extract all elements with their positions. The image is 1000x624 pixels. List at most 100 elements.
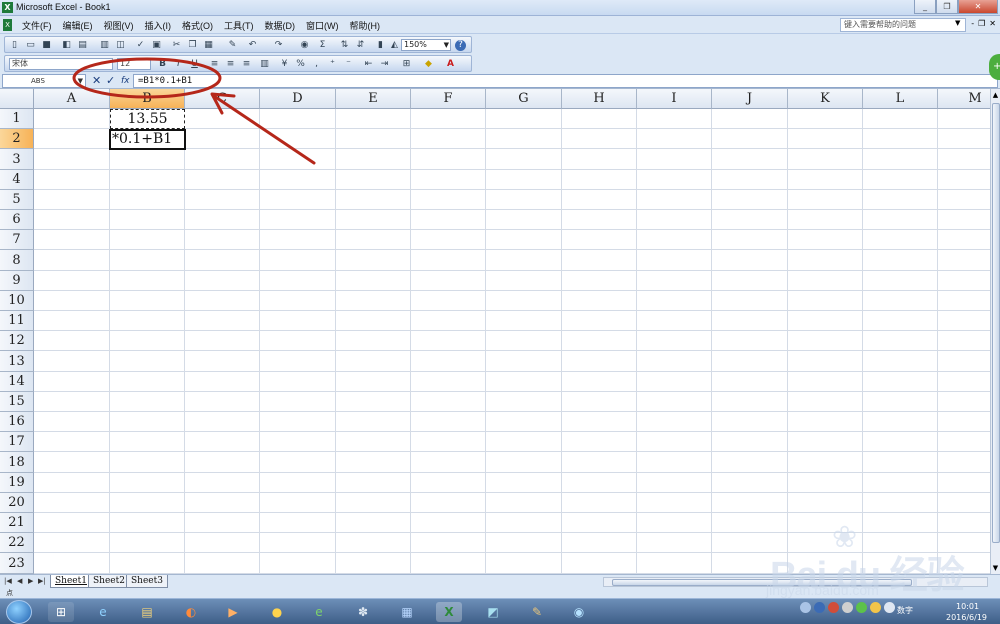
- row-header-14[interactable]: 14: [0, 372, 34, 392]
- restore-button[interactable]: ❐: [936, 0, 958, 14]
- menu-window[interactable]: 窗口(W): [306, 19, 339, 32]
- row-header-8[interactable]: 8: [0, 250, 34, 271]
- cell-b1[interactable]: 13.55: [110, 109, 185, 129]
- row-header-20[interactable]: 20: [0, 493, 34, 513]
- worksheet-grid[interactable]: ABCDEFGHIJKLM 1 2 3 4 5 6 7 8 9 10 11 12 13 14 15 16 17 1…: [0, 89, 990, 574]
- column-header-m[interactable]: M: [938, 89, 990, 109]
- menu-edit[interactable]: 编辑(E): [63, 19, 93, 32]
- qq-icon[interactable]: ●: [264, 602, 290, 622]
- format-painter-icon[interactable]: ✎: [227, 40, 238, 51]
- decrease-decimal-icon[interactable]: ⁻: [343, 59, 354, 70]
- ie-icon[interactable]: e: [90, 602, 116, 622]
- row-header-2[interactable]: 2: [0, 129, 34, 149]
- formula-input[interactable]: =B1*0.1+B1: [133, 74, 998, 88]
- open-folder-icon[interactable]: ▭: [25, 40, 36, 51]
- fill-color-icon[interactable]: ◆: [423, 59, 434, 70]
- column-header-e[interactable]: E: [336, 89, 411, 109]
- increase-decimal-icon[interactable]: ⁺: [327, 59, 338, 70]
- excel-doc-icon[interactable]: X: [3, 19, 12, 31]
- spelling-icon[interactable]: ✓: [135, 40, 146, 51]
- row-header-13[interactable]: 13: [0, 351, 34, 372]
- tray-security-icon[interactable]: [856, 602, 867, 613]
- borders-icon[interactable]: ⊞: [401, 59, 412, 70]
- sort-ascending-icon[interactable]: ⇅: [339, 40, 350, 51]
- redo-icon[interactable]: ↷: [273, 40, 284, 51]
- excel-task-icon[interactable]: X: [436, 602, 462, 622]
- column-header-k[interactable]: K: [788, 89, 863, 109]
- new-document-icon[interactable]: ▯: [9, 40, 20, 51]
- zoom-select[interactable]: 150% ▼: [401, 39, 451, 51]
- enter-icon[interactable]: ✓: [106, 74, 115, 88]
- film-icon[interactable]: ✽: [350, 602, 376, 622]
- sheet-tab-2[interactable]: Sheet2: [88, 575, 130, 588]
- font-color-icon[interactable]: A: [445, 59, 456, 70]
- sheet-tab-1[interactable]: Sheet1: [50, 575, 92, 588]
- column-header-c[interactable]: C: [185, 89, 260, 109]
- print-preview-icon[interactable]: ▥: [99, 40, 110, 51]
- row-header-4[interactable]: 4: [0, 170, 34, 190]
- side-floating-icon[interactable]: +: [989, 54, 1000, 80]
- row-header-23[interactable]: 23: [0, 553, 34, 574]
- drawing-icon[interactable]: ◭: [389, 40, 400, 51]
- vertical-scroll-thumb[interactable]: [992, 103, 1000, 543]
- column-header-l[interactable]: L: [863, 89, 938, 109]
- bold-button[interactable]: B: [157, 59, 168, 70]
- undo-icon[interactable]: ↶: [247, 40, 258, 51]
- row-header-9[interactable]: 9: [0, 271, 34, 291]
- video-icon[interactable]: ▦: [394, 602, 420, 622]
- tray-update-icon[interactable]: [870, 602, 881, 613]
- browser-icon[interactable]: e: [306, 602, 332, 622]
- research-book-icon[interactable]: ▣: [151, 40, 162, 51]
- research-icon[interactable]: ◫: [115, 40, 126, 51]
- menu-tools[interactable]: 工具(T): [224, 19, 254, 32]
- minimize-button[interactable]: _: [914, 0, 936, 14]
- notes-icon[interactable]: ◩: [480, 602, 506, 622]
- print-icon[interactable]: ▤: [77, 40, 88, 51]
- menu-file[interactable]: 文件(F): [22, 19, 52, 32]
- row-header-11[interactable]: 11: [0, 311, 34, 331]
- app-icon[interactable]: ◉: [566, 602, 592, 622]
- row-header-7[interactable]: 7: [0, 230, 34, 250]
- column-header-h[interactable]: H: [562, 89, 637, 109]
- last-sheet-icon[interactable]: ▶|: [38, 577, 46, 585]
- paint-icon[interactable]: ✎: [524, 602, 550, 622]
- start-button[interactable]: [6, 600, 32, 624]
- decrease-indent-icon[interactable]: ⇤: [363, 59, 374, 70]
- copy-icon[interactable]: ❐: [187, 40, 198, 51]
- align-right-icon[interactable]: ≡: [241, 59, 252, 70]
- row-header-19[interactable]: 19: [0, 473, 34, 493]
- cut-icon[interactable]: ✂: [171, 40, 182, 51]
- row-header-15[interactable]: 15: [0, 392, 34, 412]
- row-header-5[interactable]: 5: [0, 190, 34, 210]
- tray-shield-icon[interactable]: [828, 602, 839, 613]
- first-sheet-icon[interactable]: |◀: [4, 577, 12, 585]
- italic-button[interactable]: I: [173, 59, 184, 70]
- insert-function-icon[interactable]: fx: [121, 75, 130, 87]
- column-header-d[interactable]: D: [260, 89, 336, 109]
- clock-time[interactable]: 10:01: [956, 602, 979, 611]
- paste-icon[interactable]: ▦: [203, 40, 214, 51]
- align-left-icon[interactable]: ≡: [209, 59, 220, 70]
- doc-minimize-button[interactable]: -: [971, 19, 974, 28]
- column-header-j[interactable]: J: [712, 89, 788, 109]
- row-header-17[interactable]: 17: [0, 432, 34, 452]
- row-header-18[interactable]: 18: [0, 452, 34, 473]
- help-search-input[interactable]: 键入需要帮助的问题: [840, 18, 966, 32]
- tray-volume-icon[interactable]: [884, 602, 895, 613]
- hyperlink-icon[interactable]: ◉: [299, 40, 310, 51]
- scroll-down-icon[interactable]: ▼: [991, 564, 1000, 572]
- windows-flag-icon[interactable]: ⊞: [48, 602, 74, 622]
- chevron-down-icon[interactable]: ▼: [955, 19, 960, 27]
- percent-icon[interactable]: %: [295, 59, 306, 70]
- doc-restore-button[interactable]: ❐: [978, 19, 985, 28]
- increase-indent-icon[interactable]: ⇥: [379, 59, 390, 70]
- permission-icon[interactable]: ◧: [61, 40, 72, 51]
- help-icon[interactable]: ?: [455, 40, 466, 51]
- menu-format[interactable]: 格式(O): [182, 19, 213, 32]
- menu-insert[interactable]: 插入(I): [145, 19, 172, 32]
- tray-help-icon[interactable]: [814, 602, 825, 613]
- select-all-button[interactable]: [0, 89, 34, 109]
- media-icon[interactable]: ◐: [178, 602, 204, 622]
- merge-center-icon[interactable]: ▥: [259, 59, 270, 70]
- sort-descending-icon[interactable]: ⇵: [355, 40, 366, 51]
